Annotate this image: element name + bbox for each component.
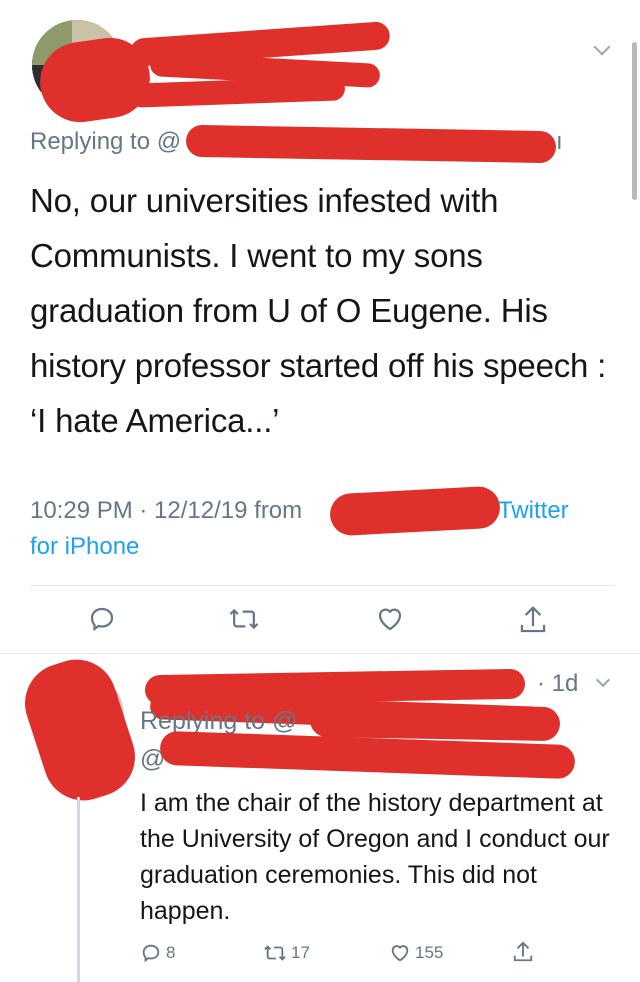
scrollbar[interactable] — [632, 42, 637, 200]
retweet-icon — [264, 945, 286, 961]
redaction-mark — [185, 124, 557, 164]
heart-icon — [391, 945, 409, 962]
thread-line — [77, 797, 80, 982]
redaction-mark — [309, 702, 561, 742]
replying-to-label: Replying to @ — [30, 128, 182, 155]
source-link-line2[interactable]: for iPhone — [30, 533, 139, 561]
tweet-text: No, our universities infested with Commu… — [30, 182, 607, 439]
reply-count: 8 — [166, 943, 176, 962]
reply-button[interactable] — [87, 604, 117, 634]
like-button[interactable]: 155 — [389, 942, 443, 964]
retweet-count: 17 — [291, 943, 310, 962]
redaction-mark — [329, 485, 501, 537]
reply-icon — [142, 944, 160, 963]
divider — [0, 653, 640, 654]
like-count: 155 — [415, 943, 444, 962]
share-icon — [520, 606, 546, 633]
like-button[interactable] — [375, 604, 405, 634]
chevron-down-icon[interactable] — [595, 672, 611, 688]
share-button[interactable] — [518, 604, 548, 636]
chevron-down-icon[interactable] — [593, 38, 611, 56]
redaction-mark — [14, 649, 146, 811]
retweet-icon — [229, 608, 259, 630]
reply-button[interactable]: 8 — [140, 942, 175, 964]
heart-icon — [378, 608, 402, 631]
replying-to: Replying to @ — [140, 707, 297, 736]
replying-to-tail: ı — [556, 128, 563, 155]
divider — [30, 585, 615, 586]
source-link[interactable]: Twitter — [498, 497, 569, 525]
tweet-age: · 1d — [537, 670, 579, 697]
tweet-text: I am the chair of the history department… — [140, 789, 610, 925]
share-icon — [513, 941, 533, 962]
redaction-mark — [129, 76, 346, 108]
share-button[interactable] — [512, 940, 534, 964]
replying-to: Replying to @ — [30, 128, 181, 156]
replying-to-label: Replying to @ — [140, 707, 298, 735]
retweet-button[interactable]: 17 — [263, 942, 310, 964]
reply-icon — [90, 607, 114, 632]
retweet-button[interactable] — [228, 604, 260, 634]
timestamp: 10:29 PM · 12/12/19 from — [30, 497, 303, 524]
